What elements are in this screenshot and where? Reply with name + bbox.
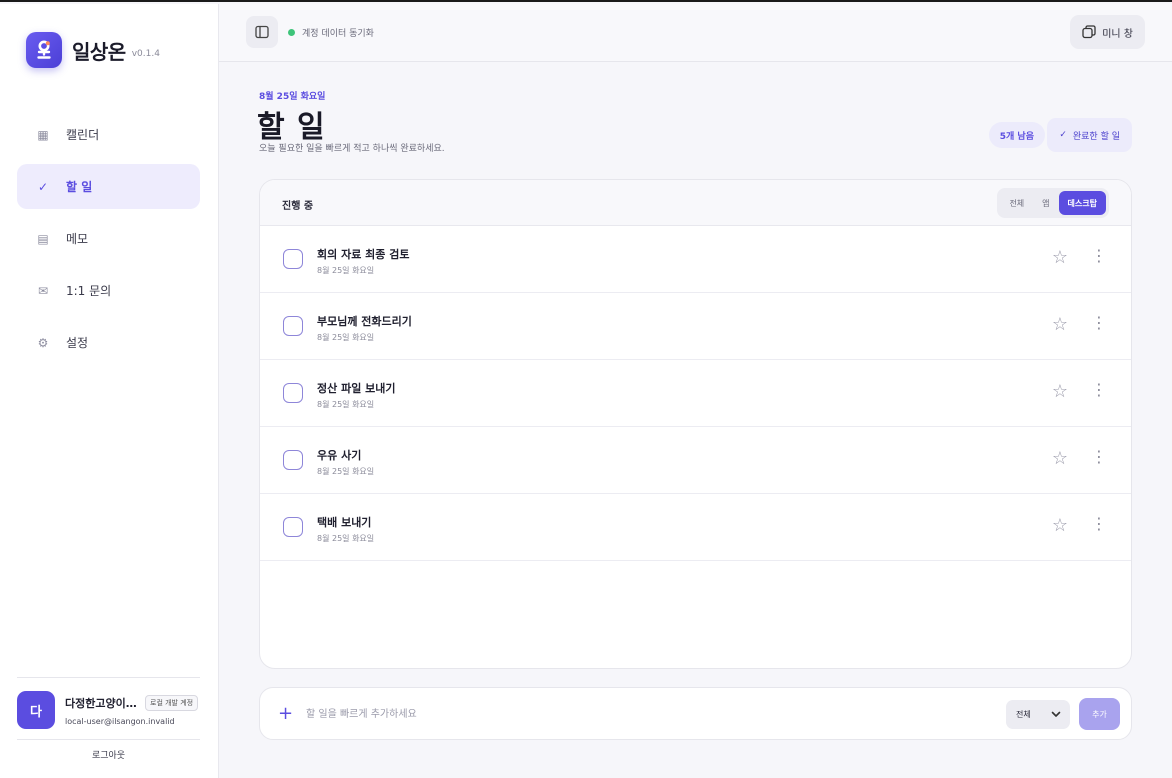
- sidebar-item-label: 메모: [66, 232, 89, 246]
- task-title: 정산 파일 보내기: [317, 382, 396, 395]
- more-options-icon[interactable]: ⋮: [1091, 313, 1107, 332]
- task-title: 택배 보내기: [317, 516, 372, 529]
- copy-window-icon: [1082, 25, 1096, 39]
- task-checkbox[interactable]: [283, 450, 303, 470]
- main-content: 계정 데이터 동기화 미니 창 8월 25일 화요일 할 일 오늘 필요한 일을…: [219, 4, 1172, 778]
- sync-status-dot: [288, 29, 295, 36]
- platform-select[interactable]: 전체: [1006, 700, 1070, 729]
- filter-app[interactable]: 앱: [1033, 191, 1058, 215]
- star-icon[interactable]: ☆: [1052, 314, 1068, 335]
- sync-status-label: 계정 데이터 동기화: [302, 29, 374, 39]
- sidebar-toggle-icon: [255, 25, 269, 39]
- user-name: 다정한고양이1…: [65, 696, 139, 710]
- task-title: 회의 자료 최종 검토: [317, 248, 410, 261]
- task-list-header: 진행 중 전체 앱 데스크탑: [260, 180, 1131, 226]
- task-checkbox[interactable]: [283, 383, 303, 403]
- task-date: 8월 25일 화요일: [317, 333, 375, 342]
- app-version: v0.1.4: [131, 49, 160, 59]
- user-email: local-user@ilsangon.invalid: [65, 716, 175, 726]
- check-icon: ✓: [1059, 130, 1067, 140]
- task-row: 부모님께 전화드리기 8월 25일 화요일 ☆ ⋮: [260, 293, 1131, 360]
- task-date: 8월 25일 화요일: [317, 266, 375, 275]
- filter-desktop[interactable]: 데스크탑: [1058, 191, 1106, 215]
- sidebar-item-memo[interactable]: ▤ 메모: [17, 216, 200, 261]
- star-icon[interactable]: ☆: [1052, 448, 1068, 469]
- task-row: 회의 자료 최종 검토 8월 25일 화요일 ☆ ⋮: [260, 226, 1131, 293]
- avatar: 다: [17, 691, 55, 729]
- sidebar-item-calendar[interactable]: ▦ 캘린더: [17, 112, 200, 157]
- page-subtitle: 오늘 필요한 일을 빠르게 적고 하나씩 완료하세요.: [259, 144, 445, 154]
- task-date: 8월 25일 화요일: [317, 534, 375, 543]
- task-title: 우유 사기: [317, 449, 362, 462]
- sidebar-toggle-button[interactable]: [246, 16, 278, 48]
- logout-button[interactable]: 로그아웃: [17, 748, 200, 761]
- task-checkbox[interactable]: [283, 316, 303, 336]
- sidebar: 일상온 v0.1.4 ▦ 캘린더 ✓ 할 일 ▤ 메모 ✉ 1:1 문의 ⚙ 설: [0, 4, 219, 778]
- task-date: 8월 25일 화요일: [317, 400, 375, 409]
- sidebar-item-inquiry[interactable]: ✉ 1:1 문의: [17, 268, 200, 313]
- star-icon[interactable]: ☆: [1052, 247, 1068, 268]
- sidebar-item-label: 할 일: [66, 180, 93, 194]
- user-info: 다정한고양이1… 로컬 개발 계정 local-user@ilsangon.in…: [65, 694, 199, 726]
- task-checkbox[interactable]: [283, 517, 303, 537]
- calendar-icon: ▦: [37, 127, 49, 142]
- sidebar-item-label: 캘린더: [66, 128, 100, 142]
- task-list-card: 진행 중 전체 앱 데스크탑 회의 자료 최종 검토 8월 25일 화요일 ☆ …: [259, 179, 1132, 669]
- star-icon[interactable]: ☆: [1052, 515, 1068, 536]
- sidebar-nav: ▦ 캘린더 ✓ 할 일 ▤ 메모 ✉ 1:1 문의 ⚙ 설정: [17, 112, 200, 372]
- task-checkbox[interactable]: [283, 249, 303, 269]
- remaining-count-badge: 5개 남음: [988, 122, 1045, 148]
- sidebar-item-label: 1:1 문의: [66, 284, 112, 298]
- more-options-icon[interactable]: ⋮: [1091, 246, 1107, 265]
- brand-name: 일상온: [72, 39, 126, 64]
- quick-add-bar: + 전체 추가: [259, 687, 1132, 740]
- topbar: 계정 데이터 동기화 미니 창: [219, 4, 1172, 62]
- more-options-icon[interactable]: ⋮: [1091, 514, 1107, 533]
- completed-tasks-label: 완료한 할 일: [1072, 131, 1120, 142]
- user-row: 다정한고양이1… 로컬 개발 계정: [65, 694, 199, 711]
- sync-status: 계정 데이터 동기화: [288, 26, 374, 39]
- platform-filter: 전체 앱 데스크탑: [997, 188, 1109, 218]
- user-profile: 다 다정한고양이1… 로컬 개발 계정 local-user@ilsangon.…: [17, 691, 200, 729]
- filter-all[interactable]: 전체: [1000, 191, 1033, 215]
- quick-add-input[interactable]: [306, 702, 906, 726]
- task-list-title: 진행 중: [282, 201, 314, 212]
- sidebar-item-settings[interactable]: ⚙ 설정: [17, 320, 200, 365]
- mini-window-button[interactable]: 미니 창: [1070, 15, 1145, 49]
- add-task-button[interactable]: 추가: [1079, 698, 1120, 730]
- completed-tasks-button[interactable]: ✓ 완료한 할 일: [1047, 118, 1132, 152]
- task-row: 택배 보내기 8월 25일 화요일 ☆ ⋮: [260, 494, 1131, 561]
- more-options-icon[interactable]: ⋮: [1091, 380, 1107, 399]
- mini-window-label: 미니 창: [1102, 28, 1133, 40]
- app-logo-icon: [26, 32, 62, 68]
- divider: [17, 739, 200, 740]
- app-window: 일상온 v0.1.4 ▦ 캘린더 ✓ 할 일 ▤ 메모 ✉ 1:1 문의 ⚙ 설: [0, 4, 1172, 778]
- chevron-down-icon: [1051, 711, 1061, 717]
- task-row: 정산 파일 보내기 8월 25일 화요일 ☆ ⋮: [260, 360, 1131, 427]
- account-badge: 로컬 개발 계정: [145, 694, 199, 711]
- platform-select-value: 전체: [1016, 710, 1031, 719]
- more-options-icon[interactable]: ⋮: [1091, 447, 1107, 466]
- page-title: 할 일: [257, 110, 326, 145]
- memo-icon: ▤: [37, 231, 49, 246]
- sidebar-item-label: 설정: [66, 336, 89, 350]
- sidebar-item-todo[interactable]: ✓ 할 일: [17, 164, 200, 209]
- current-date: 8월 25일 화요일: [259, 92, 326, 102]
- plus-icon[interactable]: +: [278, 703, 293, 724]
- brand: 일상온 v0.1.4: [26, 32, 160, 68]
- gear-icon: ⚙: [37, 335, 49, 350]
- task-date: 8월 25일 화요일: [317, 467, 375, 476]
- task-title: 부모님께 전화드리기: [317, 315, 412, 328]
- check-icon: ✓: [37, 179, 49, 194]
- task-row: 우유 사기 8월 25일 화요일 ☆ ⋮: [260, 427, 1131, 494]
- divider: [17, 677, 200, 678]
- star-icon[interactable]: ☆: [1052, 381, 1068, 402]
- mail-icon: ✉: [37, 283, 49, 298]
